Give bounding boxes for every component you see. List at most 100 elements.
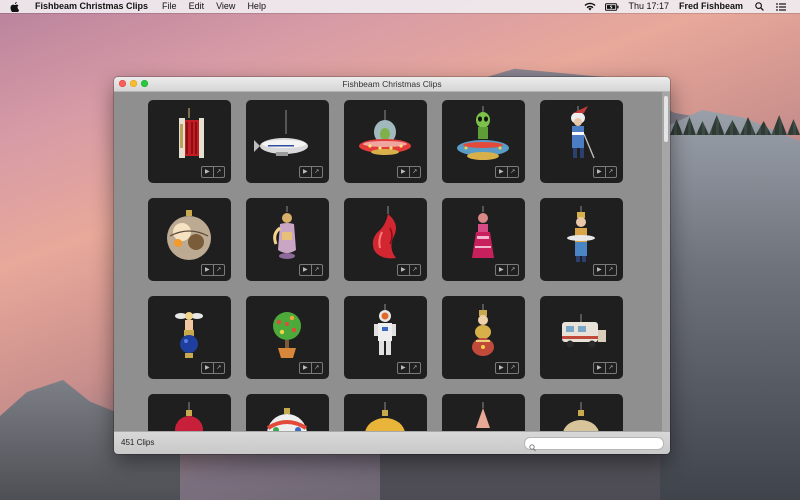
red-ball-ornament-image xyxy=(175,402,203,431)
clip-actions: ▶ ↗ xyxy=(299,362,323,374)
clip-actions: ▶ ↗ xyxy=(495,362,519,374)
share-button[interactable]: ↗ xyxy=(408,167,421,177)
play-button[interactable]: ▶ xyxy=(300,167,311,177)
clip-actions: ▶ ↗ xyxy=(299,264,323,276)
menu-bar: Fishbeam Christmas Clips File Edit View … xyxy=(0,0,800,13)
share-button[interactable]: ↗ xyxy=(604,265,617,275)
clip-cherub-globe-ornament[interactable]: ▶ ↗ xyxy=(148,296,231,379)
clips-grid-area: ▶ ↗ ▶ ↗ ▶ ↗ ▶ ↗ ▶ ↗ ▶ ↗ ▶ ↗ ▶ ↗ ▶ ↗ ▶ ↗ … xyxy=(114,92,662,431)
zoom-button[interactable] xyxy=(141,80,148,87)
play-button[interactable]: ▶ xyxy=(496,167,507,177)
clip-red-ball-ornament[interactable] xyxy=(148,394,231,431)
close-button[interactable] xyxy=(119,80,126,87)
share-button[interactable]: ↗ xyxy=(310,363,323,373)
clip-actions: ▶ ↗ xyxy=(397,166,421,178)
clip-gold-ball-ornament[interactable] xyxy=(344,394,427,431)
clip-zeppelin-ornament[interactable]: ▶ ↗ xyxy=(246,100,329,183)
notification-center-icon[interactable] xyxy=(774,2,788,12)
play-button[interactable]: ▶ xyxy=(202,167,213,177)
clip-caravan-ornament[interactable]: ▶ ↗ xyxy=(540,296,623,379)
menu-help[interactable]: Help xyxy=(241,0,272,13)
menu-edit[interactable]: Edit xyxy=(183,0,211,13)
share-button[interactable]: ↗ xyxy=(408,363,421,373)
menu-view[interactable]: View xyxy=(210,0,241,13)
share-button[interactable]: ↗ xyxy=(408,265,421,275)
play-button[interactable]: ▶ xyxy=(202,265,213,275)
ball-ornament-image xyxy=(563,402,599,431)
striped-ball-ornament-image xyxy=(266,408,308,431)
clip-actions: ▶ ↗ xyxy=(495,166,519,178)
clip-red-fish-ornament[interactable]: ▶ ↗ xyxy=(344,198,427,281)
clip-actions: ▶ ↗ xyxy=(593,264,617,276)
window-title: Fishbeam Christmas Clips xyxy=(342,79,442,89)
clip-actions: ▶ ↗ xyxy=(201,166,225,178)
play-button[interactable]: ▶ xyxy=(398,265,409,275)
wifi-icon[interactable] xyxy=(583,2,597,12)
share-button[interactable]: ↗ xyxy=(212,265,225,275)
search-field[interactable] xyxy=(524,437,664,452)
desktop-background: Fishbeam Christmas Clips File Edit View … xyxy=(0,0,800,500)
share-button[interactable]: ↗ xyxy=(506,265,519,275)
clip-actions: ▶ ↗ xyxy=(495,264,519,276)
window-titlebar[interactable]: Fishbeam Christmas Clips xyxy=(114,77,670,92)
clip-accordion-ornament[interactable]: ▶ ↗ xyxy=(148,100,231,183)
apple-icon[interactable] xyxy=(10,1,20,13)
clip-ufo-ornament[interactable]: ▶ ↗ xyxy=(344,100,427,183)
clip-count: 451 Clips xyxy=(121,438,155,447)
minimize-button[interactable] xyxy=(130,80,137,87)
clip-cone-ornament[interactable] xyxy=(442,394,525,431)
share-button[interactable]: ↗ xyxy=(506,167,519,177)
clip-astronaut-ornament[interactable]: ▶ ↗ xyxy=(344,296,427,379)
play-button[interactable]: ▶ xyxy=(300,363,311,373)
mountain-cliff xyxy=(660,110,800,500)
clip-striped-ball-ornament[interactable] xyxy=(246,394,329,431)
clip-actions: ▶ ↗ xyxy=(397,264,421,276)
clip-actions: ▶ ↗ xyxy=(201,264,225,276)
menu-app-name[interactable]: Fishbeam Christmas Clips xyxy=(27,0,156,13)
play-button[interactable]: ▶ xyxy=(496,265,507,275)
play-button[interactable]: ▶ xyxy=(496,363,507,373)
play-button[interactable]: ▶ xyxy=(594,363,605,373)
clip-actions: ▶ ↗ xyxy=(201,362,225,374)
spotlight-icon[interactable] xyxy=(752,2,766,12)
play-button[interactable]: ▶ xyxy=(202,363,213,373)
share-button[interactable]: ↗ xyxy=(604,363,617,373)
gold-ball-ornament-image xyxy=(365,402,405,431)
menu-user[interactable]: Fred Fishbeam xyxy=(674,0,748,13)
clip-snowman-ornament[interactable]: ▶ ↗ xyxy=(442,296,525,379)
clip-actions: ▶ ↗ xyxy=(593,166,617,178)
scrollbar-thumb[interactable] xyxy=(664,96,668,142)
menu-extras: Thu 17:17 Fred Fishbeam xyxy=(579,0,800,13)
share-button[interactable]: ↗ xyxy=(310,265,323,275)
window-footer: 451 Clips xyxy=(114,431,670,454)
share-button[interactable]: ↗ xyxy=(310,167,323,177)
clip-bauble-ornament[interactable]: ▶ ↗ xyxy=(148,198,231,281)
clip-angel-ornament[interactable]: ▶ ↗ xyxy=(246,198,329,281)
play-button[interactable]: ▶ xyxy=(594,167,605,177)
clips-window: Fishbeam Christmas Clips ▶ ↗ ▶ ↗ ▶ ↗ ▶ ↗… xyxy=(114,77,670,454)
play-button[interactable]: ▶ xyxy=(300,265,311,275)
clip-actions: ▶ ↗ xyxy=(397,362,421,374)
share-button[interactable]: ↗ xyxy=(506,363,519,373)
clip-actions: ▶ ↗ xyxy=(593,362,617,374)
menu-clock[interactable]: Thu 17:17 xyxy=(623,0,674,13)
battery-icon[interactable] xyxy=(605,2,619,12)
play-button[interactable]: ▶ xyxy=(398,363,409,373)
clip-tree-pot-ornament[interactable]: ▶ ↗ xyxy=(246,296,329,379)
menu-file[interactable]: File xyxy=(156,0,183,13)
play-button[interactable]: ▶ xyxy=(594,265,605,275)
clip-actions: ▶ ↗ xyxy=(299,166,323,178)
share-button[interactable]: ↗ xyxy=(604,167,617,177)
search-icon xyxy=(529,439,536,454)
clip-alien-ufo-ornament[interactable]: ▶ ↗ xyxy=(442,100,525,183)
clip-chef-ornament[interactable]: ▶ ↗ xyxy=(540,198,623,281)
clip-ball-ornament[interactable] xyxy=(540,394,623,431)
vertical-scrollbar[interactable] xyxy=(662,92,670,431)
clip-santa-golfer-ornament[interactable]: ▶ ↗ xyxy=(540,100,623,183)
play-button[interactable]: ▶ xyxy=(398,167,409,177)
share-button[interactable]: ↗ xyxy=(212,167,225,177)
cone-ornament-image xyxy=(476,402,490,428)
share-button[interactable]: ↗ xyxy=(212,363,225,373)
search-input[interactable] xyxy=(538,438,658,449)
clip-girl-ornament[interactable]: ▶ ↗ xyxy=(442,198,525,281)
